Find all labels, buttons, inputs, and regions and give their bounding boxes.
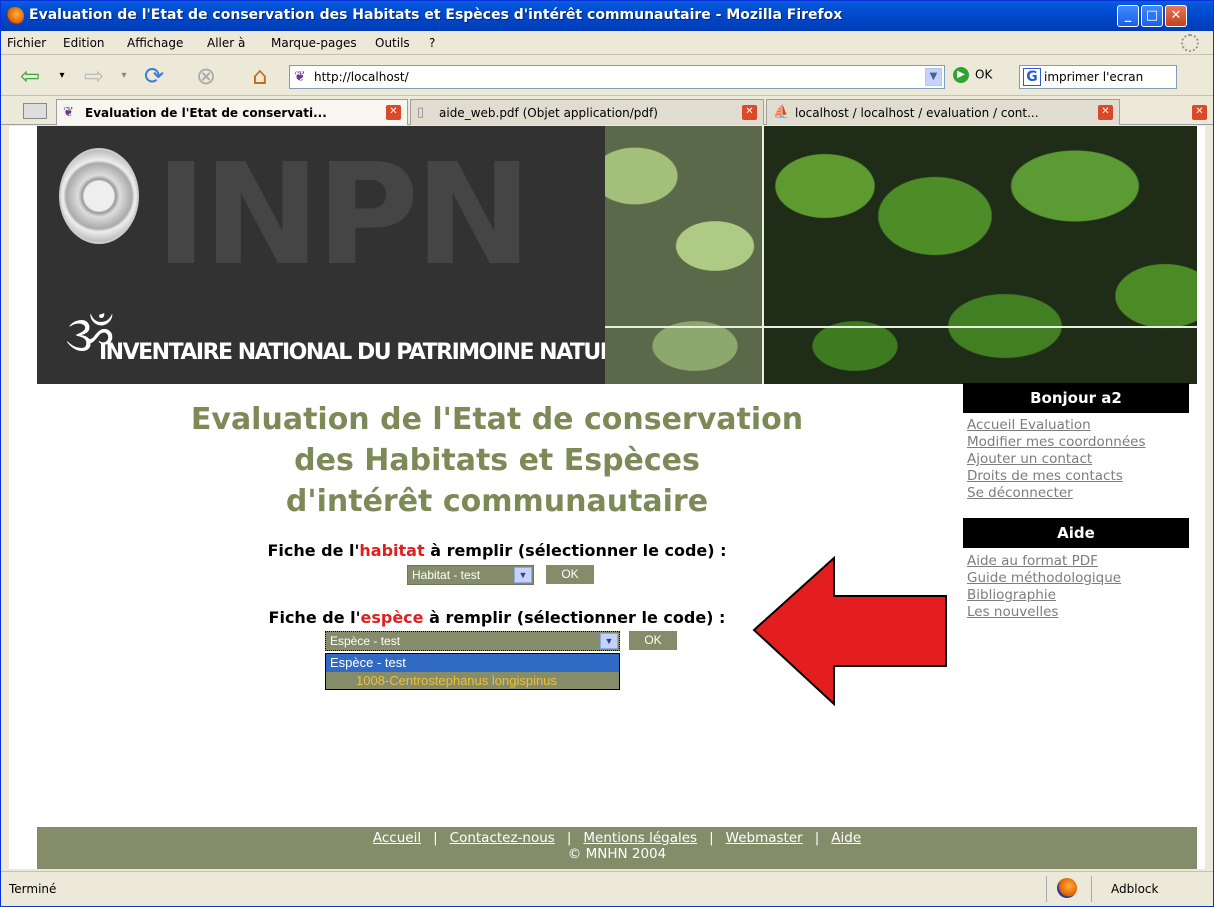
tab-favicon-icon: ❦ <box>63 105 74 120</box>
close-button[interactable]: ✕ <box>1165 5 1187 27</box>
menu-fichier[interactable]: Fichier <box>7 36 46 50</box>
footer-link-contact[interactable]: Contactez-nous <box>450 830 555 846</box>
forward-icon[interactable]: ⇨ <box>79 62 109 90</box>
home-icon[interactable]: ⌂ <box>245 62 275 90</box>
link-nouvelles[interactable]: Les nouvelles <box>967 604 1058 620</box>
chevron-down-icon[interactable]: ▼ <box>514 567 532 583</box>
title-bar[interactable]: Evaluation de l'Etat de conservation des… <box>1 1 1213 31</box>
window-title: Evaluation de l'Etat de conservation des… <box>29 7 843 23</box>
link-modifier-coordonnees[interactable]: Modifier mes coordonnées <box>967 434 1146 450</box>
espece-select-value: Espèce - test <box>330 634 401 648</box>
tab-close-icon[interactable]: ✕ <box>386 105 401 120</box>
greeting-header: Bonjour a2 <box>963 383 1189 413</box>
red-arrow-annotation <box>752 556 947 706</box>
page-viewport: INPN ૐ INVENTAIRE NATIONAL DU PATRIMOINE… <box>9 126 1205 869</box>
menu-marque-pages[interactable]: Marque-pages <box>271 36 357 50</box>
forward-dropdown-icon[interactable]: ▾ <box>109 62 139 90</box>
footer-link-webmaster[interactable]: Webmaster <box>726 830 803 846</box>
inpn-logo-text: INPN <box>155 134 532 297</box>
go-arrow-icon: ▶ <box>953 67 969 83</box>
menu-edition[interactable]: Edition <box>63 36 105 50</box>
adblock-label[interactable]: Adblock <box>1111 882 1158 896</box>
browser-window: Evaluation de l'Etat de conservation des… <box>0 0 1214 907</box>
back-dropdown-icon[interactable]: ▾ <box>47 62 77 90</box>
navigation-toolbar: ⇦ ▾ ⇨ ▾ ⟳ ⊗ ⌂ ❦ ▼ ▶ OK G <box>1 56 1213 96</box>
espece-dropdown-list[interactable]: Espèce - test 1008-Centrostephanus longi… <box>325 653 620 690</box>
minimize-button[interactable]: _ <box>1117 5 1139 27</box>
tab-label: localhost / localhost / evaluation / con… <box>795 106 1039 120</box>
google-search-icon[interactable]: G <box>1023 68 1041 86</box>
url-bar[interactable]: ❦ ▼ <box>289 65 945 89</box>
title-line: d'intérêt communautaire <box>285 484 709 519</box>
throbber-icon <box>1181 34 1199 52</box>
site-favicon-icon: ❦ <box>294 69 306 85</box>
maximize-button[interactable]: □ <box>1141 5 1163 27</box>
copyright: © MNHN 2004 <box>567 846 667 862</box>
espece-ok-button[interactable]: OK <box>629 631 677 650</box>
stop-icon[interactable]: ⊗ <box>191 62 221 90</box>
dropdown-option-selected[interactable]: Espèce - test <box>326 654 619 672</box>
menu-bar: Fichier Edition Affichage Aller à Marque… <box>1 31 1213 55</box>
page-footer: Accueil | Contactez-nous | Mentions légales |… <box>37 827 1197 869</box>
search-input[interactable] <box>1044 68 1174 86</box>
tab-label: aide_web.pdf (Objet application/pdf) <box>439 106 658 120</box>
go-label: OK <box>975 67 993 82</box>
link-droits-contacts[interactable]: Droits de mes contacts <box>967 468 1123 484</box>
tab-label: Evaluation de l'Etat de conservati... <box>85 106 327 120</box>
title-line: des Habitats et Espèces <box>294 443 700 478</box>
new-tab-icon[interactable] <box>23 103 47 119</box>
habitat-select[interactable]: Habitat - test ▼ <box>407 565 534 585</box>
page-title: Evaluation de l'Etat de conservation des… <box>37 399 957 522</box>
dropdown-option[interactable]: 1008-Centrostephanus longispinus <box>326 672 619 689</box>
footer-links: Accueil | Contactez-nous | Mentions légales |… <box>372 830 862 846</box>
chevron-down-icon[interactable]: ▼ <box>600 633 618 649</box>
habitat-select-value: Habitat - test <box>412 568 481 582</box>
link-ajouter-contact[interactable]: Ajouter un contact <box>967 451 1092 467</box>
url-dropdown-icon[interactable]: ▼ <box>925 68 942 86</box>
tab-bar: ❦ Evaluation de l'Etat de conservati... … <box>1 97 1213 125</box>
link-se-deconnecter[interactable]: Se déconnecter <box>967 485 1073 501</box>
mnhn-seal-logo <box>59 148 139 244</box>
banner-subtitle: INVENTAIRE NATIONAL DU PATRIMOINE NATURE… <box>99 340 643 365</box>
status-bar: Terminé Adblock <box>1 871 1213 906</box>
url-input[interactable] <box>314 68 914 86</box>
tab-aide-pdf[interactable]: ▯ aide_web.pdf (Objet application/pdf) ✕ <box>410 99 764 125</box>
title-line: Evaluation de l'Etat de conservation <box>190 402 804 437</box>
link-guide-methodologique[interactable]: Guide méthodologique <box>967 570 1121 586</box>
menu-aller[interactable]: Aller à <box>207 36 245 50</box>
firefox-logo-icon <box>6 7 24 25</box>
reload-icon[interactable]: ⟳ <box>139 62 169 90</box>
tab-close-icon[interactable]: ✕ <box>1098 105 1113 120</box>
aide-header: Aide <box>963 518 1189 548</box>
go-button[interactable]: ▶ OK <box>953 67 992 83</box>
viewport-edge <box>1205 126 1213 869</box>
tab-close-icon[interactable]: ✕ <box>742 105 757 120</box>
footer-link-accueil[interactable]: Accueil <box>373 830 421 846</box>
pma-icon: ⛵ <box>773 105 790 120</box>
menu-affichage[interactable]: Affichage <box>127 36 183 50</box>
search-box[interactable]: G <box>1019 65 1177 89</box>
espece-select[interactable]: Espèce - test ▼ <box>325 631 620 651</box>
tab-evaluation[interactable]: ❦ Evaluation de l'Etat de conservati... … <box>56 99 408 125</box>
espece-highlight: espèce <box>360 608 424 627</box>
firefox-status-icon[interactable] <box>1057 878 1077 898</box>
footer-link-aide[interactable]: Aide <box>831 830 861 846</box>
close-tab-icon[interactable]: ✕ <box>1192 105 1207 120</box>
status-text: Terminé <box>9 882 57 896</box>
document-icon: ▯ <box>417 105 425 120</box>
link-aide-pdf[interactable]: Aide au format PDF <box>967 553 1098 569</box>
back-icon[interactable]: ⇦ <box>15 62 45 90</box>
menu-help[interactable]: ? <box>429 36 435 50</box>
link-accueil-evaluation[interactable]: Accueil Evaluation <box>967 417 1091 433</box>
habitat-ok-button[interactable]: OK <box>546 565 594 584</box>
footer-link-mentions[interactable]: Mentions légales <box>583 830 697 846</box>
tab-phpmyadmin[interactable]: ⛵ localhost / localhost / evaluation / c… <box>766 99 1120 125</box>
menu-outils[interactable]: Outils <box>375 36 410 50</box>
link-bibliographie[interactable]: Bibliographie <box>967 587 1056 603</box>
habitat-highlight: habitat <box>359 541 425 560</box>
inpn-banner: INPN ૐ INVENTAIRE NATIONAL DU PATRIMOINE… <box>37 126 1197 384</box>
water-lily-photo <box>605 126 1197 384</box>
web-page: INPN ૐ INVENTAIRE NATIONAL DU PATRIMOINE… <box>37 126 1197 869</box>
